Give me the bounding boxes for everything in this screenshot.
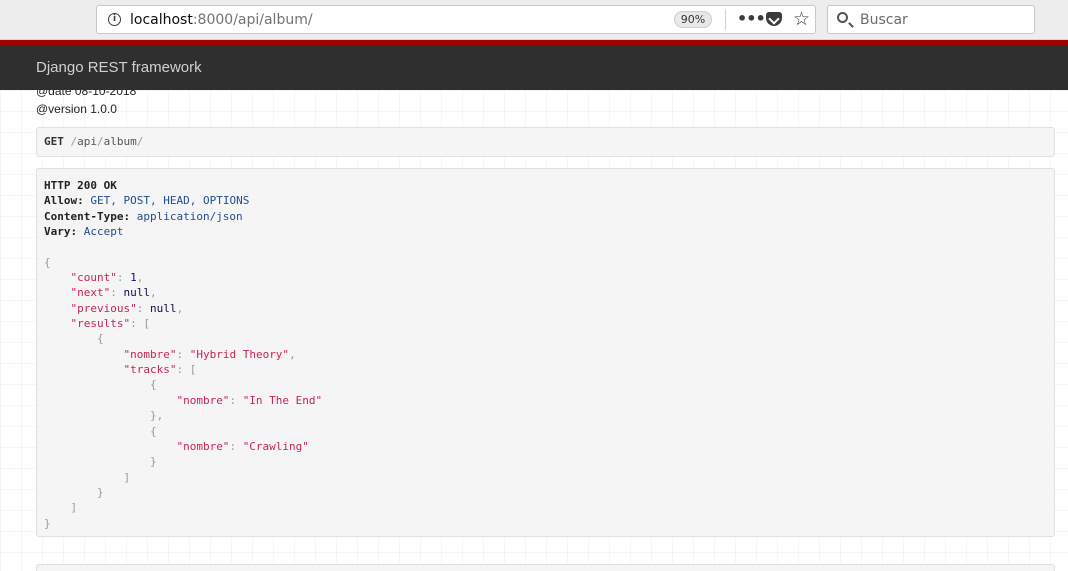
info-icon[interactable]: i — [108, 13, 121, 26]
url-host: localhost — [130, 12, 193, 28]
json-comma: , — [150, 286, 157, 300]
header-vary-value: Accept — [83, 225, 124, 239]
json-brace: } — [44, 516, 51, 530]
json-brace: { — [149, 424, 157, 438]
description-version: @version 1.0.0 — [36, 102, 117, 116]
json-key-next: "next" — [70, 286, 111, 300]
urlbar-divider — [725, 9, 726, 30]
header-allow-label: Allow: — [44, 194, 84, 208]
header-allow-value: GET, POST, HEAD, OPTIONS — [90, 194, 250, 208]
json-key-nombre: "nombre" — [176, 393, 230, 407]
json-key-nombre: "nombre" — [176, 439, 230, 453]
header-content-type-value: application/json — [136, 209, 243, 223]
pocket-icon[interactable] — [766, 12, 782, 26]
json-brace: { — [44, 255, 51, 269]
json-colon: : — [136, 301, 150, 315]
path-separator: / — [136, 135, 144, 148]
search-placeholder: Buscar — [860, 12, 908, 28]
breadcrumb-api[interactable]: api — [77, 135, 97, 148]
json-key-tracks: "tracks" — [123, 363, 177, 377]
json-value-previous: null — [149, 301, 177, 315]
request-method: GET — [44, 135, 64, 148]
navbar: Django REST framework — [0, 45, 1068, 90]
json-brace: { — [96, 332, 104, 346]
url-path: :8000/api/album/ — [192, 12, 313, 28]
browser-toolbar: i localhost:8000/api/album/ 90% ••• ☆ Bu… — [0, 0, 1068, 40]
request-info: GET /api/album/ — [36, 127, 1055, 157]
json-brace: }, — [149, 409, 164, 423]
json-colon: : — [176, 347, 190, 361]
json-colon: : — [229, 393, 243, 407]
json-brace: { — [149, 378, 157, 392]
json-colon: : [ — [130, 317, 150, 331]
json-comma: , — [136, 271, 144, 285]
url-bar[interactable]: i localhost:8000/api/album/ 90% ••• ☆ — [96, 5, 816, 34]
breadcrumb-album[interactable]: album — [104, 135, 137, 148]
json-bracket: ] — [123, 470, 131, 484]
description-date: @date 08-10-2018 — [36, 90, 137, 98]
url-text[interactable]: localhost:8000/api/album/ — [130, 11, 313, 29]
brand-link[interactable]: Django REST framework — [36, 59, 202, 77]
json-colon: : [ — [176, 363, 197, 377]
json-colon: : — [116, 271, 131, 285]
json-value-track-2: "Crawling" — [242, 439, 309, 453]
json-brace: } — [149, 455, 157, 469]
request-form-panel — [36, 564, 1055, 571]
json-colon: : — [110, 286, 124, 300]
response-status: HTTP 200 OK — [44, 179, 117, 192]
json-bracket: ] — [70, 501, 78, 515]
json-value-album-name: "Hybrid Theory" — [189, 347, 290, 361]
json-key-nombre: "nombre" — [123, 347, 177, 361]
json-colon: : — [229, 439, 243, 453]
json-value-next: null — [123, 286, 151, 300]
json-key-results: "results" — [70, 317, 131, 331]
json-comma: , — [176, 301, 184, 315]
page-content: @date 08-10-2018 @version 1.0.0 GET /api… — [0, 90, 1068, 571]
json-key-previous: "previous" — [70, 301, 137, 315]
json-key-count: "count" — [70, 271, 117, 285]
bookmark-star-icon[interactable]: ☆ — [793, 8, 810, 30]
header-vary-label: Vary: — [44, 225, 78, 239]
json-value-count: 1 — [130, 271, 137, 285]
json-brace: } — [96, 485, 104, 499]
path-separator: / — [97, 135, 104, 148]
search-bar[interactable]: Buscar — [827, 5, 1035, 34]
search-icon — [837, 12, 848, 23]
json-value-track-1: "In The End" — [242, 393, 323, 407]
more-actions-icon[interactable]: ••• — [737, 9, 766, 29]
header-content-type-label: Content-Type: — [44, 209, 131, 223]
response-info: HTTP 200 OK Allow: GET, POST, HEAD, OPTI… — [36, 168, 1055, 537]
zoom-level-badge[interactable]: 90% — [674, 11, 712, 28]
json-comma: , — [289, 347, 296, 361]
